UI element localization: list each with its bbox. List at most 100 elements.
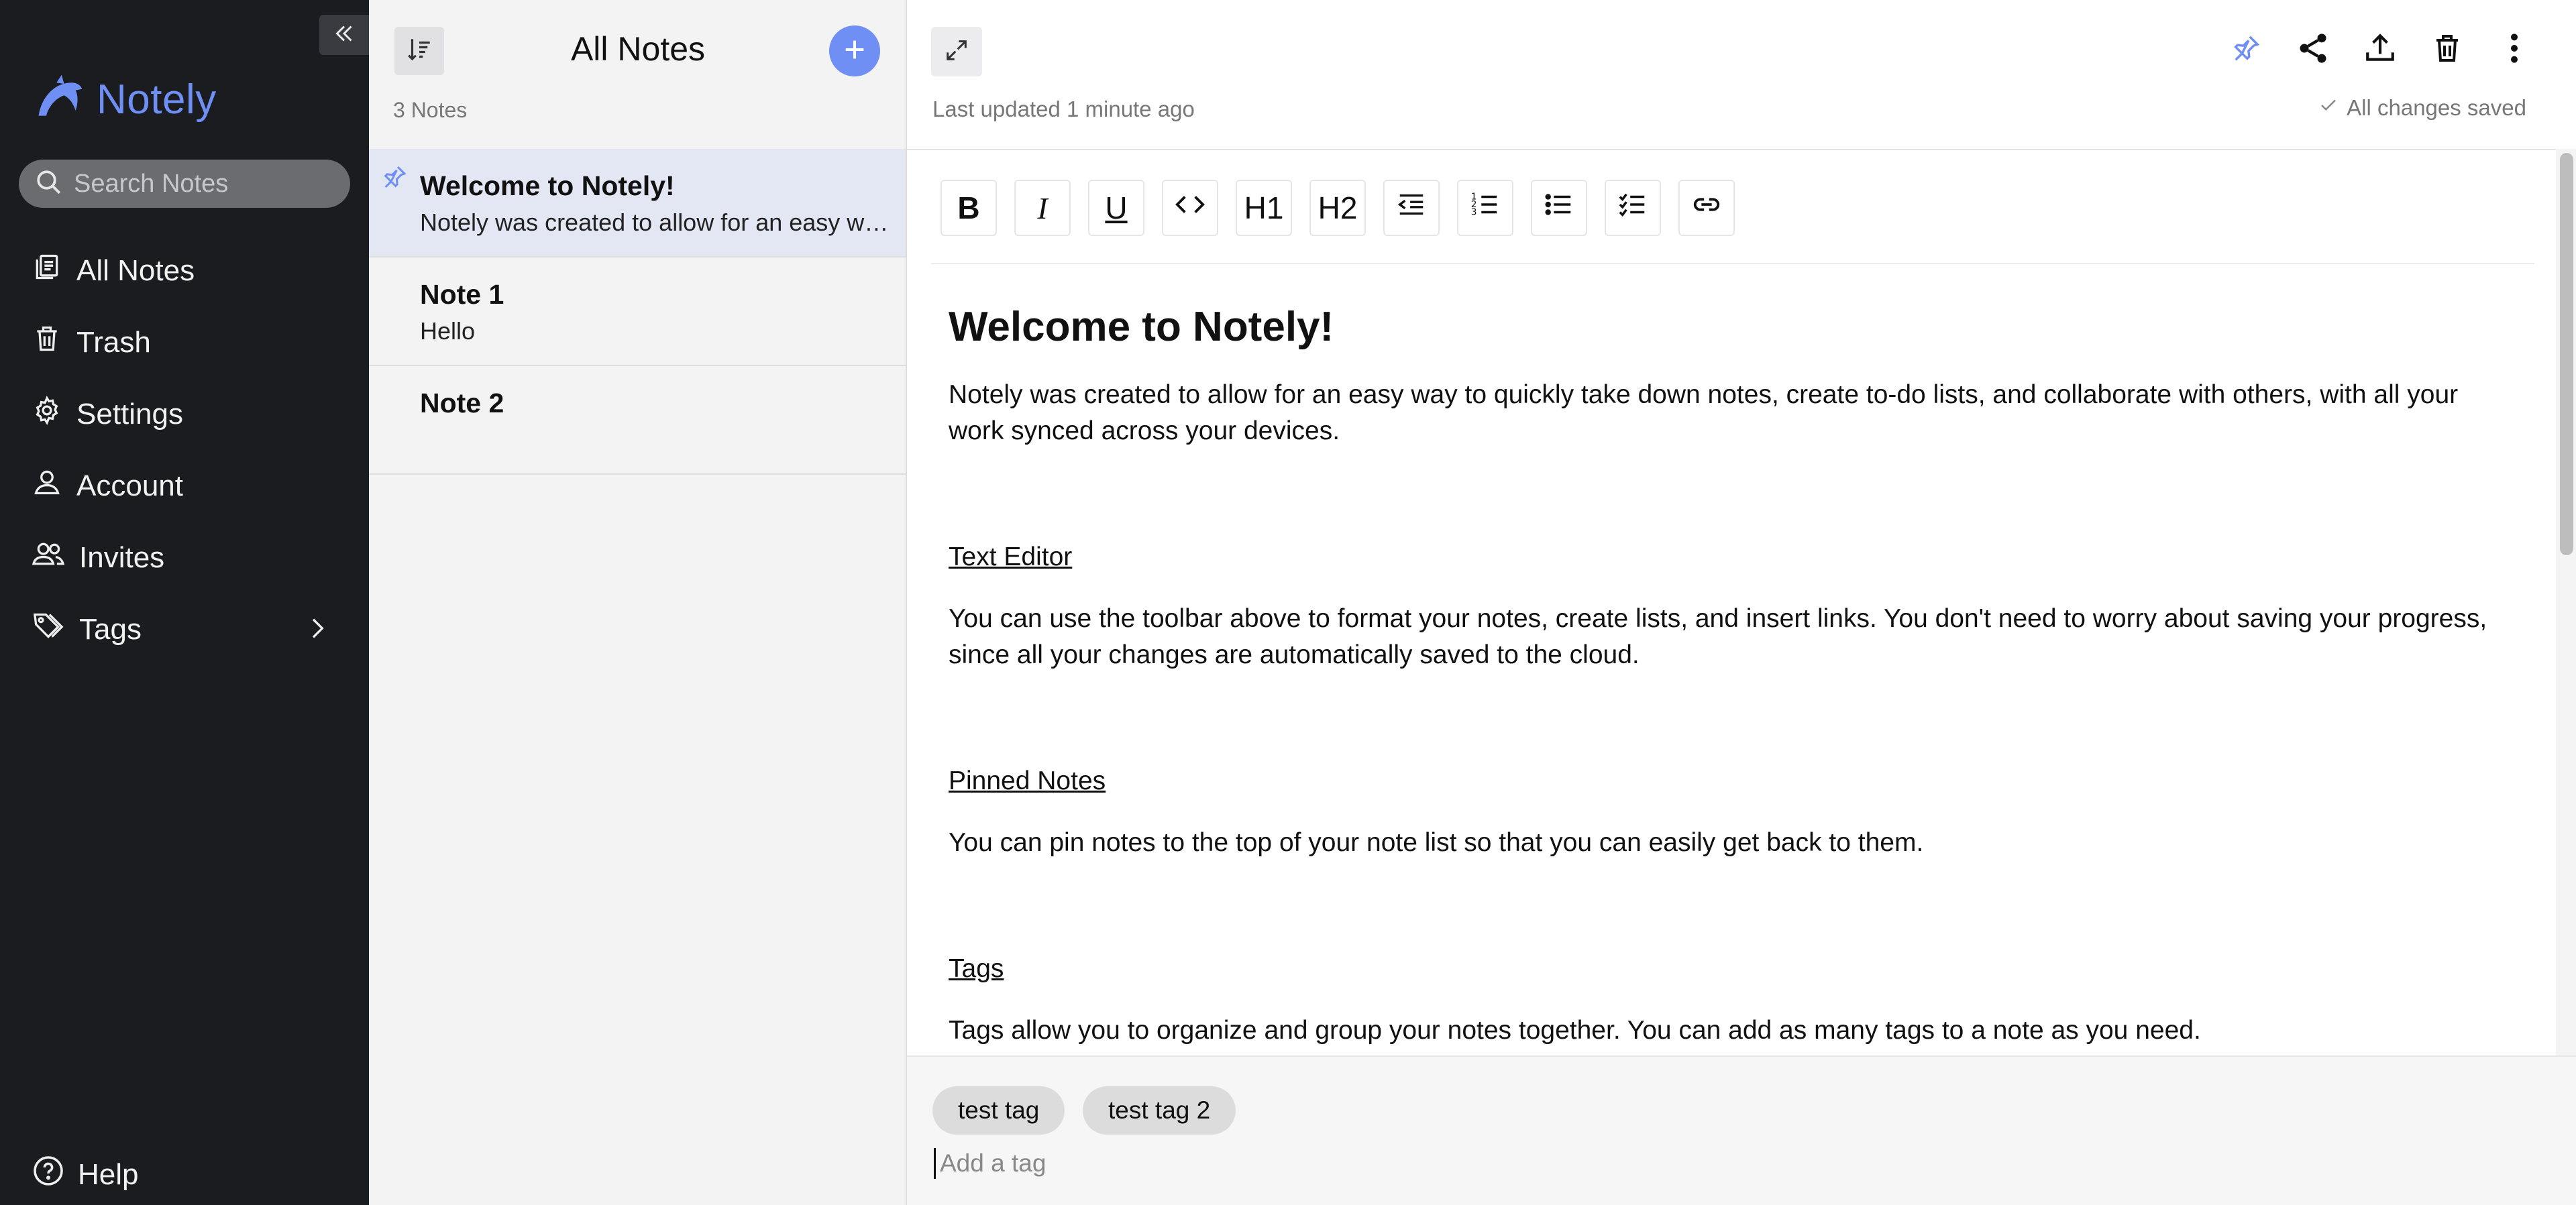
pin-icon <box>2231 33 2261 67</box>
check-icon <box>2318 95 2339 121</box>
sidebar-item-tags[interactable]: Tags <box>0 593 369 665</box>
search-box[interactable] <box>19 160 350 208</box>
double-chevron-left-icon <box>332 21 356 49</box>
h2-label: H2 <box>1318 190 1358 225</box>
note-title: Note 2 <box>420 388 504 418</box>
code-icon <box>1175 189 1205 227</box>
italic-button[interactable]: I <box>1014 180 1071 236</box>
last-updated-text: Last updated 1 minute ago <box>932 97 1195 121</box>
trash-icon <box>32 324 62 361</box>
delete-note-button[interactable] <box>2430 30 2465 70</box>
outdent-icon <box>1396 189 1427 227</box>
outdent-button[interactable] <box>1383 180 1440 236</box>
sidebar-item-trash[interactable]: Trash <box>0 306 369 378</box>
sidebar-item-all-notes[interactable]: All Notes <box>0 235 369 306</box>
pin-note-button[interactable] <box>2229 30 2263 70</box>
section-heading: Pinned Notes <box>949 766 1106 795</box>
dolphin-logo-icon <box>34 72 85 127</box>
section-body: You can use the toolbar above to format … <box>949 604 2487 669</box>
tag-chip[interactable]: test tag 2 <box>1083 1086 1236 1135</box>
checklist-icon <box>1617 189 1648 227</box>
pin-icon <box>381 164 408 194</box>
brand-name: Notely <box>97 76 217 123</box>
note-title: Note 1 <box>420 279 504 310</box>
share-button[interactable] <box>2296 30 2330 70</box>
collapse-sidebar-button[interactable] <box>319 15 369 55</box>
bold-button[interactable]: B <box>941 180 997 236</box>
sidebar-item-label: All Notes <box>76 253 195 287</box>
trash-icon <box>2431 32 2463 68</box>
sidebar-item-invites[interactable]: Invites <box>0 522 369 593</box>
underline-label: U <box>1105 190 1128 225</box>
tag-icon <box>32 611 64 648</box>
checklist-button[interactable] <box>1605 180 1661 236</box>
plus-icon <box>841 36 868 66</box>
upload-icon <box>2363 32 2397 68</box>
notes-list: Welcome to Notely! Notely was created to… <box>369 149 906 475</box>
users-icon <box>32 539 65 576</box>
bold-label: B <box>957 190 980 225</box>
note-intro: Notely was created to allow for an easy … <box>949 380 2459 445</box>
section-heading: Text Editor <box>949 542 1073 571</box>
note-list-title: All Notes <box>570 30 706 68</box>
sidebar-item-label: Trash <box>76 325 151 359</box>
note-count: 3 Notes <box>393 98 468 122</box>
scroll-thumb[interactable] <box>2560 153 2573 555</box>
bullet-list-icon <box>1544 189 1574 227</box>
link-button[interactable] <box>1678 180 1735 236</box>
list-item[interactable]: Welcome to Notely! Notely was created to… <box>369 149 906 257</box>
brand-logo: Notely <box>34 72 217 127</box>
section-heading: Tags <box>949 954 1004 983</box>
format-toolbar: B I U H1 H2 123 <box>941 180 1735 236</box>
section-body: Tags allow you to organize and group you… <box>949 1016 2201 1045</box>
editor-panel: Last updated 1 minute ago All changes sa… <box>907 0 2576 1205</box>
chevron-right-icon <box>303 615 330 649</box>
search-icon <box>35 168 63 200</box>
sidebar: Notely All Notes Trash Settings <box>0 0 369 1205</box>
underline-button[interactable]: U <box>1088 180 1144 236</box>
note-preview: Notely was created to allow for an easy … <box>420 209 893 236</box>
help-label: Help <box>78 1157 139 1191</box>
svg-text:3: 3 <box>1471 207 1477 217</box>
notes-icon <box>32 252 62 289</box>
ordered-list-icon: 123 <box>1470 189 1501 227</box>
h1-label: H1 <box>1244 190 1284 225</box>
header-divider <box>907 149 2576 150</box>
editor-scrollbar[interactable] <box>2556 149 2576 1055</box>
share-icon <box>2296 31 2330 69</box>
list-item[interactable]: Note 1 Hello <box>369 257 906 366</box>
editor-actions <box>2229 30 2532 70</box>
more-options-button[interactable] <box>2497 30 2532 70</box>
user-icon <box>32 467 62 504</box>
question-circle-icon <box>32 1155 64 1194</box>
note-content[interactable]: Welcome to Notely! Notely was created to… <box>949 300 2498 1054</box>
ordered-list-button[interactable]: 123 <box>1457 180 1513 236</box>
note-list-panel: All Notes 3 Notes Welcome to Notely! Not… <box>369 0 907 1205</box>
list-item[interactable]: Note 2 <box>369 366 906 475</box>
note-heading: Welcome to Notely! <box>949 304 1334 350</box>
sidebar-item-settings[interactable]: Settings <box>0 378 369 450</box>
export-button[interactable] <box>2363 30 2398 70</box>
expand-button[interactable] <box>931 27 982 76</box>
heading1-button[interactable]: H1 <box>1236 180 1292 236</box>
sidebar-item-label: Tags <box>79 612 142 646</box>
save-status: All changes saved <box>2318 95 2526 121</box>
add-note-button[interactable] <box>829 25 880 76</box>
sidebar-nav: All Notes Trash Settings Account Invites <box>0 235 369 665</box>
toolbar-divider <box>931 263 2534 264</box>
sidebar-item-account[interactable]: Account <box>0 450 369 522</box>
link-icon <box>1691 189 1722 227</box>
add-tag-input[interactable] <box>934 1148 1336 1179</box>
tags-area: test tag test tag 2 <box>907 1055 2576 1205</box>
heading2-button[interactable]: H2 <box>1309 180 1366 236</box>
sidebar-item-label: Settings <box>76 397 183 431</box>
more-vertical-icon <box>2508 32 2521 68</box>
search-input[interactable] <box>74 169 342 198</box>
code-button[interactable] <box>1162 180 1218 236</box>
sidebar-item-label: Account <box>76 469 183 502</box>
italic-label: I <box>1037 190 1048 225</box>
bullet-list-button[interactable] <box>1531 180 1587 236</box>
help-link[interactable]: Help <box>32 1155 139 1194</box>
tag-chip[interactable]: test tag <box>932 1086 1065 1135</box>
section-body: You can pin notes to the top of your not… <box>949 828 1924 857</box>
